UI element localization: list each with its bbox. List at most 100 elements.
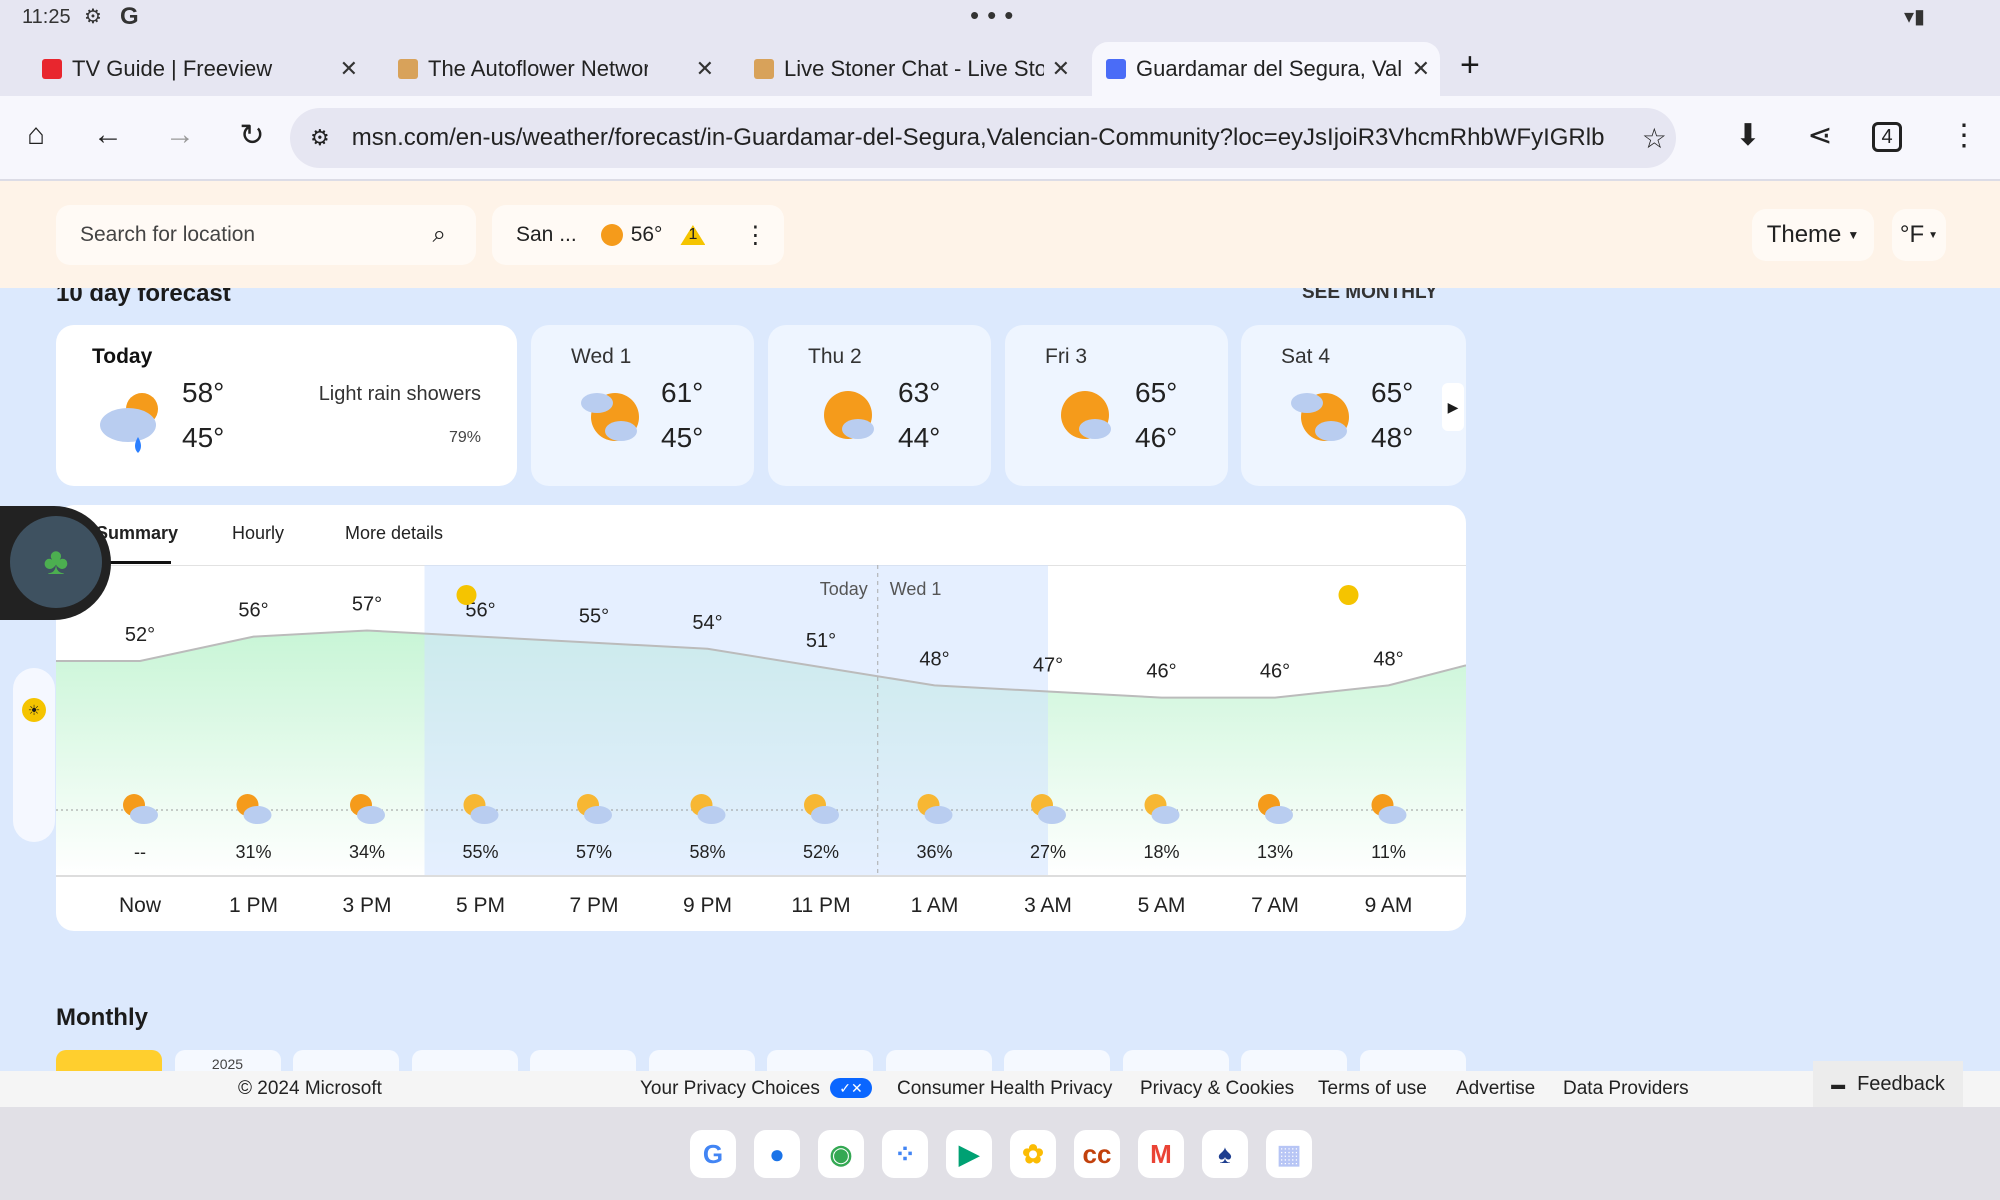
wifi-battery-icon: ▾▮ xyxy=(1904,6,1926,28)
precip-label: 18% xyxy=(1143,842,1179,862)
alert-badge[interactable]: 1 xyxy=(680,225,706,245)
month-tab[interactable] xyxy=(1359,1050,1466,1071)
search-icon[interactable]: ⌕ xyxy=(433,221,446,249)
day-card-today[interactable]: Today 58° 45° Light rain showers 79% xyxy=(56,325,517,486)
precip-label: 31% xyxy=(235,842,271,862)
day-card-fri[interactable]: Fri 3 65° 46° xyxy=(1005,325,1228,486)
privacy-toggle-icon[interactable]: ✓✕ xyxy=(830,1078,872,1098)
tab-autoflower[interactable]: The Autoflower Network ✕ xyxy=(384,42,724,96)
tab-guardamar[interactable]: Guardamar del Segura, Valencian Communit… xyxy=(1092,42,1440,96)
partly-cloudy-icon xyxy=(1291,393,1349,441)
day-card-wed[interactable]: Wed 1 61° 45° xyxy=(531,325,754,486)
month-tab[interactable]: 2025 xyxy=(174,1050,281,1072)
footer-link[interactable]: Data Providers xyxy=(1563,1078,1689,1100)
favicon xyxy=(398,59,418,79)
close-tab-icon[interactable]: ✕ xyxy=(1412,56,1430,82)
tab-summary[interactable]: Summary xyxy=(96,523,178,544)
more-options-icon[interactable]: ⋮ xyxy=(743,221,767,250)
solitaire-app-icon[interactable]: ♠ xyxy=(1202,1130,1248,1178)
weather-icon xyxy=(600,224,623,246)
more-dots-icon: ••• xyxy=(970,0,1022,30)
tree-icon: ♣ xyxy=(10,516,102,608)
month-tab[interactable] xyxy=(1241,1050,1347,1071)
google-app-icon[interactable]: G xyxy=(690,1130,736,1178)
assistant-app-icon[interactable]: ⁘ xyxy=(882,1130,928,1178)
month-tab[interactable] xyxy=(1122,1050,1229,1071)
forward-icon[interactable]: → xyxy=(160,118,200,152)
chrome-app-icon[interactable]: ◉ xyxy=(818,1130,864,1178)
msn-header: Search for location ⌕ San ... 56° 1 ⋮ Th… xyxy=(0,181,2000,288)
precip-label: 11% xyxy=(1371,842,1406,862)
new-tab-button[interactable]: + xyxy=(1460,46,1480,85)
month-tab[interactable] xyxy=(767,1050,873,1071)
close-tab-icon[interactable]: ✕ xyxy=(340,56,358,82)
hourly-chart-card: Summary Hourly More details Today Wed 1 52… xyxy=(56,505,1466,931)
mostly-sunny-icon xyxy=(824,391,874,439)
next-days-arrow[interactable]: ▶ xyxy=(1442,383,1464,431)
x-tick-label: 9 PM xyxy=(683,894,732,917)
moon-icon xyxy=(456,585,477,605)
site-settings-icon[interactable]: ⚙ xyxy=(310,125,330,151)
gmail-app-icon[interactable]: M xyxy=(1138,1130,1184,1178)
close-tab-icon[interactable]: ✕ xyxy=(696,56,714,82)
weather-icon-cloud xyxy=(584,806,612,824)
tab-hourly[interactable]: Hourly xyxy=(232,523,284,544)
address-bar[interactable]: ⚙ msn.com/en-us/weather/forecast/in-Guar… xyxy=(290,108,1676,168)
menu-icon[interactable]: ⋮ xyxy=(1944,118,1984,153)
x-tick-label: Now xyxy=(119,894,162,917)
tab-count-button[interactable]: 4 xyxy=(1872,122,1902,152)
month-tab[interactable] xyxy=(885,1050,992,1071)
side-slider[interactable]: ☀ xyxy=(13,668,55,842)
month-tab[interactable] xyxy=(293,1050,399,1071)
play-store-app-icon[interactable]: ▶ xyxy=(946,1130,992,1178)
month-tab[interactable] xyxy=(648,1050,755,1071)
temp-label: 55° xyxy=(579,606,609,628)
home-icon[interactable]: ⌂ xyxy=(16,118,56,152)
month-tab[interactable] xyxy=(56,1050,162,1071)
messages-app-icon[interactable]: ● xyxy=(754,1130,800,1178)
temp-label: 46° xyxy=(1146,661,1176,683)
x-tick-label: 9 AM xyxy=(1365,894,1413,917)
partly-cloudy-icon xyxy=(581,393,639,441)
bookmark-star-icon[interactable]: ☆ xyxy=(1642,122,1667,155)
url-text[interactable]: msn.com/en-us/weather/forecast/in-Guarda… xyxy=(352,124,1622,152)
footer-link[interactable]: Privacy & Cookies xyxy=(1140,1078,1294,1100)
day-card-sat[interactable]: Sat 4 65° 48° ▶ xyxy=(1241,325,1466,486)
footer-link[interactable]: Your Privacy Choices xyxy=(640,1078,820,1100)
weather-icon-cloud xyxy=(1151,806,1180,824)
weather-icon-cloud xyxy=(130,806,158,824)
tab-tv-guide[interactable]: TV Guide | Freeview ✕ xyxy=(28,42,368,96)
close-tab-icon[interactable]: ✕ xyxy=(1052,56,1070,82)
temp-label: 51° xyxy=(806,630,836,652)
download-icon[interactable]: ⬇ xyxy=(1728,118,1768,153)
status-bar: 11:25 ⚙ G ••• ▾▮ xyxy=(0,0,2000,36)
theme-button[interactable]: Theme ▼ xyxy=(1752,209,1874,261)
unit-button[interactable]: °F ▼ xyxy=(1892,209,1946,261)
temp-label: 47° xyxy=(1033,655,1063,677)
footer-link[interactable]: Consumer Health Privacy xyxy=(897,1078,1112,1100)
reload-icon[interactable]: ↻ xyxy=(232,118,272,153)
precip-label: 36% xyxy=(916,842,952,862)
temp-label: 48° xyxy=(919,648,949,670)
app-drawer-app-icon[interactable]: ▦ xyxy=(1266,1130,1312,1178)
month-tab[interactable] xyxy=(530,1050,636,1071)
month-tab[interactable] xyxy=(1004,1050,1110,1071)
caret-down-icon: ▼ xyxy=(1847,228,1860,242)
photos-app-icon[interactable]: ✿ xyxy=(1010,1130,1056,1178)
floating-assistant-bubble[interactable]: ♣ xyxy=(0,506,111,620)
x-tick-label: 7 AM xyxy=(1251,894,1299,917)
see-monthly-link[interactable]: SEE MONTHLY xyxy=(1302,288,1438,304)
footer-link[interactable]: Advertise xyxy=(1456,1078,1535,1100)
month-tab[interactable] xyxy=(411,1050,518,1071)
search-input[interactable]: Search for location ⌕ xyxy=(56,205,476,265)
footer-link[interactable]: Terms of use xyxy=(1318,1078,1427,1100)
back-icon[interactable]: ← xyxy=(88,118,128,152)
day-card-thu[interactable]: Thu 2 63° 44° xyxy=(768,325,991,486)
tab-live-stoner-chat[interactable]: Live Stoner Chat - Live Stoner✕ xyxy=(740,42,1080,96)
feedback-button[interactable]: ▬ Feedback xyxy=(1813,1061,1963,1107)
tab-more-details[interactable]: More details xyxy=(345,523,443,544)
cc-app-app-icon[interactable]: cc xyxy=(1074,1130,1120,1178)
location-chip[interactable]: San ... 56° 1 ⋮ xyxy=(492,205,784,265)
share-icon[interactable]: ⋖ xyxy=(1800,118,1840,153)
x-tick-label: 1 PM xyxy=(229,894,278,917)
